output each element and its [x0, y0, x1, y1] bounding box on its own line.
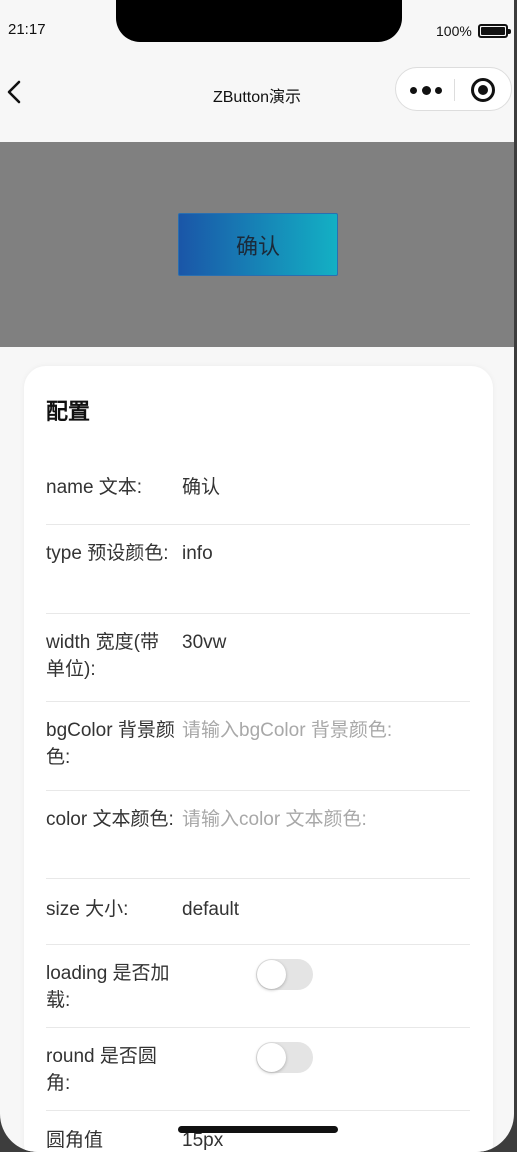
row-label: size 大小:: [46, 899, 129, 920]
config-row-size: size 大小: default: [46, 879, 470, 945]
status-bar: 21:17 100%: [0, 0, 514, 62]
config-row-loading: loading 是否加载:: [46, 945, 470, 1028]
config-row-name: name 文本: 确认: [46, 462, 470, 525]
phone-screen: 21:17 100% ZButton演示 确认 配置 name 文本: 确认 t…: [0, 0, 514, 1152]
config-title: 配置: [46, 399, 91, 424]
home-indicator: [178, 1126, 338, 1133]
row-label: loading 是否加载:: [46, 963, 170, 1011]
row-label: name 文本:: [46, 477, 143, 498]
row-label: type 预设颜色:: [46, 543, 169, 564]
button-preview-area: 确认: [0, 142, 514, 347]
row-label: width 宽度(带单位):: [46, 632, 159, 680]
row-label: bgColor 背景颜色:: [46, 720, 175, 768]
demo-button[interactable]: 确认: [178, 213, 338, 276]
config-row-width: width 宽度(带单位): 30vw: [46, 614, 470, 702]
type-input[interactable]: info: [182, 540, 213, 567]
config-row-color: color 文本颜色: 请输入color 文本颜色:: [46, 791, 470, 879]
mini-program-capsule: [395, 67, 512, 111]
config-row-type: type 预设颜色: info: [46, 525, 470, 614]
round-toggle[interactable]: [256, 1042, 313, 1073]
more-icon[interactable]: [410, 82, 442, 98]
config-card: 配置 name 文本: 确认 type 预设颜色: info width 宽度(…: [24, 366, 493, 1152]
row-label: 圆角值: [46, 1130, 104, 1151]
notch: [116, 0, 402, 42]
config-row-bgcolor: bgColor 背景颜色: 请输入bgColor 背景颜色:: [46, 702, 470, 791]
size-select[interactable]: default: [182, 896, 239, 923]
nav-bar: ZButton演示: [0, 62, 514, 120]
config-row-round: round 是否圆角:: [46, 1028, 470, 1111]
bgcolor-input[interactable]: 请输入bgColor 背景颜色:: [182, 717, 392, 744]
battery-icon: [478, 24, 511, 38]
status-time: 21:17: [8, 21, 46, 38]
color-input[interactable]: 请输入color 文本颜色:: [182, 806, 367, 833]
close-mini-program-icon[interactable]: [471, 78, 495, 102]
capsule-divider: [454, 79, 455, 101]
row-label: color 文本颜色:: [46, 809, 174, 830]
loading-toggle[interactable]: [256, 959, 313, 990]
battery-percentage: 100%: [436, 23, 472, 39]
width-input[interactable]: 30vw: [182, 629, 226, 656]
row-label: round 是否圆角:: [46, 1046, 157, 1094]
name-input[interactable]: 确认: [182, 474, 220, 501]
